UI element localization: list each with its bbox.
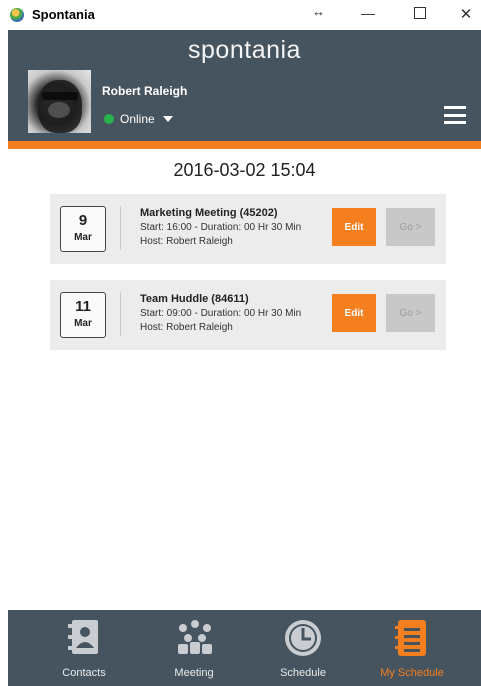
nav-my-schedule[interactable]: My Schedule	[362, 610, 462, 686]
meeting-icon	[178, 620, 212, 654]
nav-label-my-schedule: My Schedule	[380, 667, 444, 679]
meeting-start: Start: 09:00 - Duration: 00 Hr 30 Min	[140, 308, 302, 319]
app-header: spontania Robert Raleigh Online	[8, 30, 481, 141]
window-title: Spontania	[32, 7, 95, 22]
go-meeting-button[interactable]: Go >	[386, 208, 435, 246]
resize-icon[interactable]: ↔	[312, 4, 325, 19]
avatar-highlight	[48, 102, 70, 118]
nav-label-schedule: Schedule	[280, 667, 326, 679]
meeting-host: Host: Robert Raleigh	[140, 236, 233, 247]
maximize-button[interactable]	[414, 7, 426, 19]
chevron-down-icon	[162, 116, 173, 122]
meeting-card: 11 Mar Team Huddle (84611) Start: 09:00 …	[50, 280, 446, 350]
user-name: Robert Raleigh	[102, 84, 188, 98]
meeting-title: Team Huddle (84611)	[140, 293, 249, 305]
meeting-card: 9 Mar Marketing Meeting (45202) Start: 1…	[50, 194, 446, 264]
meeting-title: Marketing Meeting (45202)	[140, 207, 278, 219]
nav-schedule[interactable]: Schedule	[253, 610, 353, 686]
app-logo: spontania	[188, 36, 301, 64]
meeting-day: 9	[78, 212, 88, 229]
card-divider	[120, 292, 121, 336]
meeting-date-box: 9 Mar	[60, 206, 106, 252]
menu-icon[interactable]	[444, 106, 466, 124]
meeting-start: Start: 16:00 - Duration: 00 Hr 30 Min	[140, 222, 302, 233]
online-status-icon	[104, 114, 114, 124]
edit-meeting-button[interactable]: Edit	[332, 208, 376, 246]
nav-label-contacts: Contacts	[62, 667, 106, 679]
accent-bar	[8, 141, 481, 149]
nav-contacts[interactable]: Contacts	[34, 610, 134, 686]
meeting-date-box: 11 Mar	[60, 292, 106, 338]
nav-label-meeting: Meeting	[174, 667, 214, 679]
meeting-day: 11	[75, 298, 91, 315]
title-bar: Spontania ↔ — ✕	[0, 0, 481, 30]
meeting-month: Mar	[74, 232, 92, 243]
nav-meeting[interactable]: Meeting	[144, 610, 244, 686]
status-dropdown[interactable]: Online	[104, 112, 173, 126]
close-button[interactable]: ✕	[456, 5, 476, 23]
current-datetime: 2016-03-02 15:04	[173, 160, 316, 180]
avatar[interactable]	[28, 70, 91, 133]
avatar-glasses	[42, 92, 78, 100]
status-label: Online	[120, 112, 155, 126]
bottom-nav: Contacts Meeting Schedule My Schedule	[8, 610, 481, 686]
go-meeting-button[interactable]: Go >	[386, 294, 435, 332]
edit-meeting-button[interactable]: Edit	[332, 294, 376, 332]
schedule-icon	[285, 620, 321, 656]
contacts-icon	[68, 620, 98, 654]
meeting-month: Mar	[74, 318, 92, 329]
my-schedule-icon	[395, 620, 426, 656]
app-icon	[10, 8, 24, 22]
card-divider	[120, 206, 121, 250]
minimize-button[interactable]: —	[358, 5, 378, 21]
meeting-host: Host: Robert Raleigh	[140, 322, 233, 333]
